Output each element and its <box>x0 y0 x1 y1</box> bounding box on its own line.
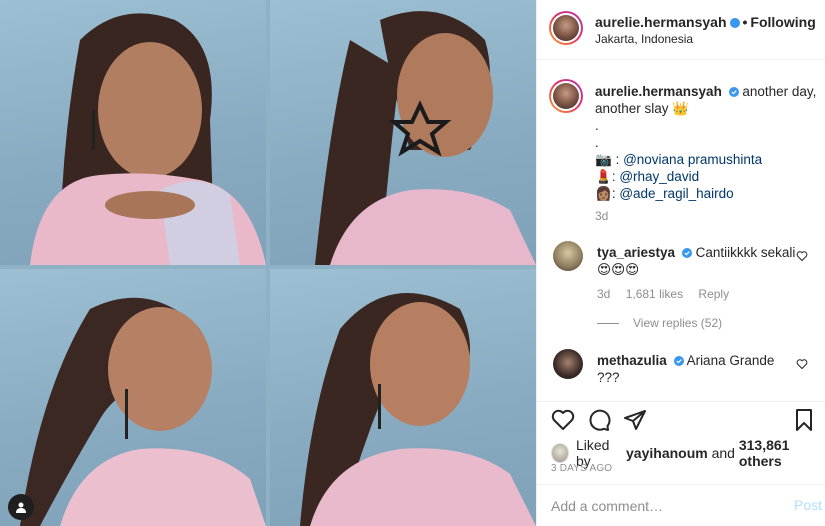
credit-line: 👩🏽: @ade_ragil_hairdo <box>595 185 817 202</box>
verified-badge-icon <box>681 248 692 258</box>
comment-body: tya_ariestya Cantiikkkk sekali 😍😍😍 <box>597 244 797 278</box>
reply-button[interactable]: Reply <box>698 287 729 301</box>
comment-text-line2: 😍😍😍 <box>597 262 640 277</box>
comment-bubble-icon[interactable] <box>587 408 611 432</box>
like-comment-heart-icon[interactable] <box>796 358 808 370</box>
credit-handle[interactable]: @noviana pramushinta <box>623 152 762 167</box>
photo-tile-smile <box>270 269 536 526</box>
author-avatar[interactable] <box>549 11 583 45</box>
author-line: aurelie.hermansyah • Following <box>595 14 816 30</box>
post-comment-button[interactable]: Post <box>794 497 822 513</box>
liker-avatar[interactable] <box>551 443 569 463</box>
credit-separator: : <box>611 152 624 167</box>
comment-text-line2: ??? <box>597 370 620 385</box>
liker-username[interactable]: yayihanoum <box>626 445 708 461</box>
following-button[interactable]: Following <box>750 14 815 30</box>
liked-by-and: and <box>711 445 735 461</box>
location-link[interactable]: Jakarta, Indonesia <box>595 32 693 46</box>
caption-body: aurelie.hermansyah another day, another … <box>595 83 817 225</box>
comment-meta: 3d 1,681 likes Reply <box>597 287 741 301</box>
caption-time[interactable]: 3d <box>595 208 817 225</box>
user-tag-icon <box>16 502 26 513</box>
share-paper-plane-icon[interactable] <box>623 408 647 432</box>
credit-handle[interactable]: @ade_ragil_hairdo <box>619 186 733 201</box>
view-replies-button[interactable]: View replies (52) <box>597 316 722 330</box>
like-heart-icon[interactable] <box>551 408 575 432</box>
comment-text: Cantiikkkk sekali <box>695 245 796 260</box>
likes-count-button[interactable]: 313,861 others <box>739 437 825 469</box>
action-bar <box>537 401 825 437</box>
comments-section[interactable]: aurelie.hermansyah another day, another … <box>537 61 825 401</box>
verified-badge-icon <box>729 18 740 28</box>
credit-handle[interactable]: @rhay_david <box>619 169 699 184</box>
photo-tile-profile-ponytail <box>270 0 536 265</box>
post-photo[interactable] <box>0 0 536 526</box>
view-replies-line <box>597 322 619 324</box>
comment-username[interactable]: tya_ariestya <box>597 245 675 260</box>
commenter-avatar[interactable] <box>553 349 583 379</box>
lipstick-emoji: 💄 <box>595 169 612 184</box>
like-comment-heart-icon[interactable] <box>796 250 808 262</box>
comment-text: Ariana Grande <box>686 353 775 368</box>
add-comment-bar: Post <box>537 484 825 526</box>
commenter-avatar[interactable] <box>553 241 583 271</box>
view-replies-label: View replies (52) <box>633 316 723 330</box>
separator-dot: • <box>742 14 748 30</box>
credit-line: 📷 : @noviana pramushinta <box>595 151 817 168</box>
photo-tile-portrait-front <box>0 0 266 265</box>
comment-input[interactable] <box>551 496 771 516</box>
camera-emoji: 📷 <box>595 152 612 167</box>
comment-username[interactable]: methazulia <box>597 353 667 368</box>
post-side-panel: aurelie.hermansyah • Following Jakarta, In… <box>536 0 825 526</box>
comment-body: methazulia Ariana Grande ??? <box>597 352 797 386</box>
post-date[interactable]: 3 DAYS AGO <box>551 463 612 474</box>
verified-badge-icon <box>673 356 684 366</box>
photo-tile-eyes-closed <box>0 269 266 526</box>
caption-dot-line: . <box>595 118 599 133</box>
woman-emoji: 👩🏽 <box>595 186 612 201</box>
comment-likes[interactable]: 1,681 likes <box>626 287 683 301</box>
save-bookmark-icon[interactable] <box>792 408 816 432</box>
caption-username[interactable]: aurelie.hermansyah <box>595 84 722 99</box>
caption-author-avatar[interactable] <box>549 79 583 113</box>
caption-dot-line: . <box>595 135 599 150</box>
post-header: aurelie.hermansyah • Following Jakarta, In… <box>537 0 825 60</box>
credit-line: 💄: @rhay_david <box>595 168 817 185</box>
author-username[interactable]: aurelie.hermansyah <box>595 14 727 30</box>
verified-badge-icon <box>728 87 739 97</box>
comment-time[interactable]: 3d <box>597 287 610 301</box>
tagged-users-button[interactable] <box>8 494 34 520</box>
